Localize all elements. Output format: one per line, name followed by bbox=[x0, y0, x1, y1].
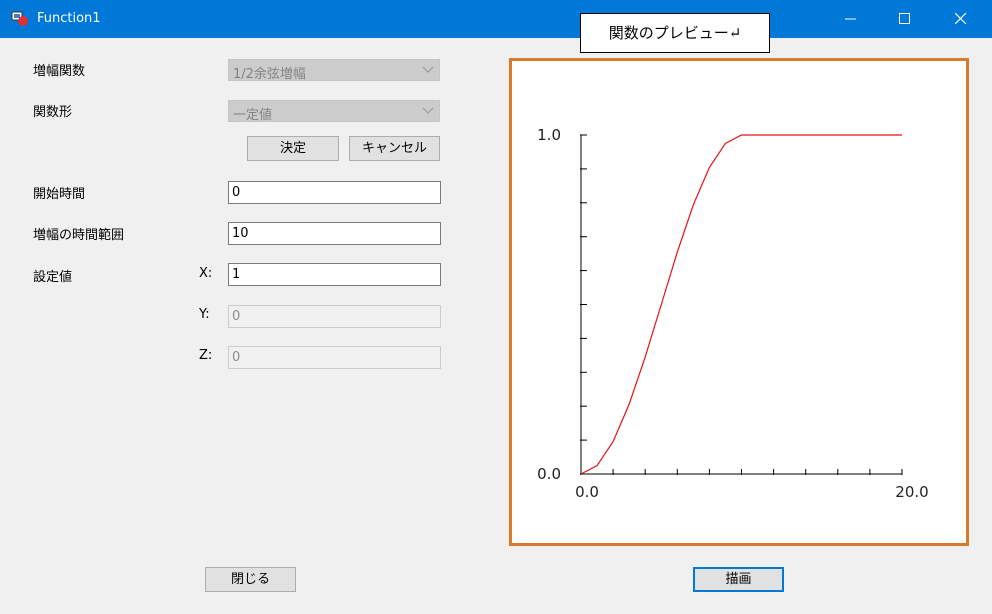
func-shape-select[interactable]: 一定値 bbox=[228, 100, 440, 123]
y-label: Y: bbox=[199, 307, 210, 322]
x-tick-label-min: 0.0 bbox=[575, 483, 599, 501]
draw-button[interactable]: 描画 bbox=[693, 567, 784, 592]
y-value-input: 0 bbox=[228, 305, 441, 328]
amp-func-value: 1/2余弦増幅 bbox=[233, 67, 306, 82]
func-shape-value: 一定値 bbox=[233, 108, 273, 123]
chevron-down-icon bbox=[422, 107, 434, 114]
close-button[interactable]: 閉じる bbox=[205, 567, 296, 592]
func-shape-label: 関数形 bbox=[33, 105, 73, 120]
amp-range-label: 増幅の時間範囲 bbox=[33, 228, 125, 243]
x-tick-label-max: 20.0 bbox=[895, 483, 928, 501]
ok-button[interactable]: 決定 bbox=[247, 136, 339, 161]
y-value: 0 bbox=[232, 309, 241, 324]
z-label: Z: bbox=[199, 348, 213, 363]
preview-chart: 0.0 1.0 0.0 20.0 bbox=[537, 126, 929, 501]
y-tick-label-min: 0.0 bbox=[537, 465, 561, 483]
z-value: 0 bbox=[232, 350, 241, 365]
title-bar: Function1 bbox=[0, 0, 992, 38]
close-icon bbox=[955, 13, 967, 25]
amp-range-value: 10 bbox=[232, 226, 249, 241]
amp-range-input[interactable]: 10 bbox=[228, 222, 441, 245]
amp-func-select[interactable]: 1/2余弦増幅 bbox=[228, 59, 440, 82]
cancel-button[interactable]: キャンセル bbox=[349, 136, 440, 161]
set-value-label: 設定値 bbox=[33, 270, 73, 285]
y-tick-label-max: 1.0 bbox=[537, 126, 561, 144]
minimize-icon bbox=[845, 18, 856, 20]
app-icon bbox=[11, 11, 28, 26]
maximize-button[interactable] bbox=[882, 0, 928, 38]
preview-caption: 関数のプレビュー↵ bbox=[580, 13, 770, 53]
start-time-label: 開始時間 bbox=[33, 187, 86, 202]
x-value: 1 bbox=[232, 267, 241, 282]
maximize-icon bbox=[899, 13, 910, 24]
chevron-down-icon bbox=[422, 66, 434, 73]
start-time-input[interactable]: 0 bbox=[228, 181, 441, 204]
x-label: X: bbox=[199, 266, 213, 281]
start-time-value: 0 bbox=[232, 185, 241, 200]
close-window-button[interactable] bbox=[938, 0, 984, 38]
amp-func-label: 増幅関数 bbox=[33, 64, 86, 79]
preview-panel: 0.0 1.0 0.0 20.0 bbox=[509, 58, 969, 546]
minimize-button[interactable] bbox=[828, 0, 874, 38]
series-line bbox=[580, 134, 902, 475]
z-value-input: 0 bbox=[228, 346, 441, 369]
window-title: Function1 bbox=[37, 11, 101, 26]
x-value-input[interactable]: 1 bbox=[228, 263, 441, 286]
